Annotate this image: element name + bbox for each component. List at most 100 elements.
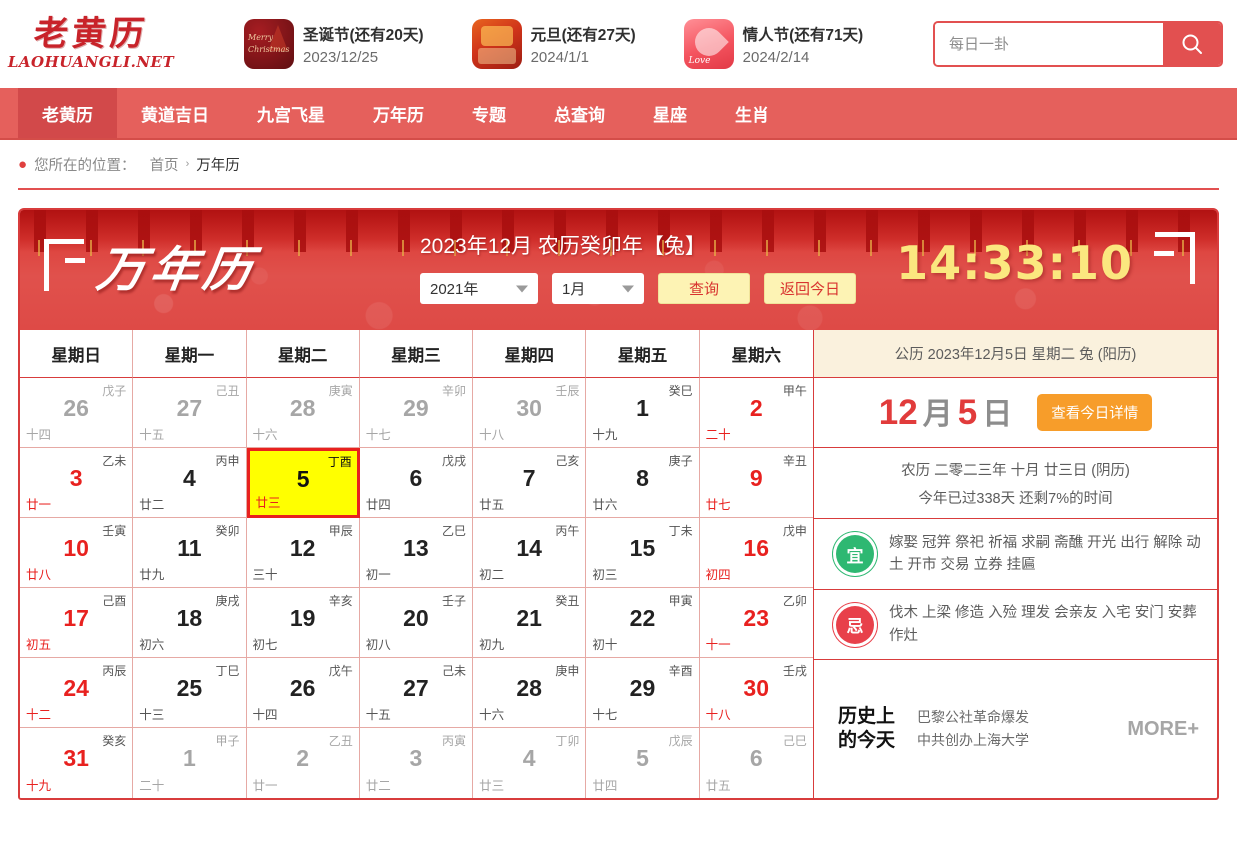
day-number: 28 bbox=[473, 677, 585, 700]
weekday-thursday: 星期四 bbox=[473, 330, 586, 378]
lunar-day-label: 十五 bbox=[139, 424, 164, 443]
day-number: 6 bbox=[360, 467, 472, 490]
calendar-day-cell[interactable]: 壬戌30十八 bbox=[700, 658, 813, 728]
lunar-day-label: 初四 bbox=[706, 564, 731, 583]
history-item[interactable]: 巴黎公社革命爆发 bbox=[917, 706, 1029, 729]
nav-item-jiugongfeixing[interactable]: 九宫飞星 bbox=[233, 88, 349, 138]
calendar-day-cell[interactable]: 甲寅22初十 bbox=[586, 588, 699, 658]
year-select[interactable]: 2021年 bbox=[420, 273, 538, 304]
inauspicious-row: 忌 伐木 上梁 修造 入殓 理发 会亲友 入宅 安门 安葬 作灶 bbox=[814, 590, 1217, 660]
breadcrumb: ● 您所在的位置： 首页 › 万年历 bbox=[18, 140, 1219, 190]
festival-card-christmas[interactable]: 圣诞节(还有20天) 2023/12/25 bbox=[244, 19, 424, 69]
calendar-day-cell[interactable]: 甲午2二十 bbox=[700, 378, 813, 448]
calendar-day-cell[interactable]: 癸丑21初九 bbox=[473, 588, 586, 658]
big-date-display: 12月5日 bbox=[879, 395, 1017, 430]
calendar-day-cell[interactable]: 乙巳13初一 bbox=[360, 518, 473, 588]
festival-card-new-year[interactable]: 元旦(还有27天) 2024/1/1 bbox=[472, 19, 636, 69]
day-number: 4 bbox=[473, 747, 585, 770]
calendar-day-cell[interactable]: 己亥7廿五 bbox=[473, 448, 586, 518]
calendar-day-cell[interactable]: 甲子1二十 bbox=[133, 728, 246, 798]
new-year-icon bbox=[472, 19, 522, 69]
weekday-header-row: 星期日 星期一 星期二 星期三 星期四 星期五 星期六 bbox=[20, 330, 813, 378]
calendar-day-cell[interactable]: 戊辰5廿四 bbox=[586, 728, 699, 798]
search-button[interactable] bbox=[1163, 23, 1221, 65]
calendar-day-cell[interactable]: 辛酉29十七 bbox=[586, 658, 699, 728]
calendar-day-cell[interactable]: 甲辰12三十 bbox=[247, 518, 360, 588]
calendar-day-cell[interactable]: 己未27十五 bbox=[360, 658, 473, 728]
nav-item-xingzuo[interactable]: 星座 bbox=[629, 88, 711, 138]
history-today-list: 巴黎公社革命爆发 中共创办上海大学 bbox=[917, 706, 1029, 752]
festival-date: 2024/2/14 bbox=[743, 49, 864, 66]
calendar-day-cell[interactable]: 庚申28十六 bbox=[473, 658, 586, 728]
calendar-day-cell[interactable]: 己巳6廿五 bbox=[700, 728, 813, 798]
festival-card-valentine[interactable]: 情人节(还有71天) 2024/2/14 bbox=[684, 19, 864, 69]
history-more-link[interactable]: MORE+ bbox=[1127, 718, 1199, 741]
calendar-day-cell[interactable]: 戊申16初四 bbox=[700, 518, 813, 588]
weekday-monday: 星期一 bbox=[133, 330, 246, 378]
day-number: 17 bbox=[20, 607, 132, 630]
calendar-day-cell[interactable]: 丙午14初二 bbox=[473, 518, 586, 588]
calendar-day-cell[interactable]: 壬子20初八 bbox=[360, 588, 473, 658]
nav-item-laohuangli[interactable]: 老黄历 bbox=[18, 88, 117, 138]
calendar-day-cell[interactable]: 丁未15初三 bbox=[586, 518, 699, 588]
calendar-day-cell[interactable]: 乙未3廿一 bbox=[20, 448, 133, 518]
nav-item-wannianli[interactable]: 万年历 bbox=[349, 88, 448, 138]
calendar-day-cell-today[interactable]: 丁酉5廿三 bbox=[247, 448, 360, 518]
history-item[interactable]: 中共创办上海大学 bbox=[917, 729, 1029, 752]
calendar-week-row: 丙辰24十二丁巳25十三戊午26十四己未27十五庚申28十六辛酉29十七壬戌30… bbox=[20, 658, 813, 728]
calendar-day-cell[interactable]: 己酉17初五 bbox=[20, 588, 133, 658]
corner-ornament-icon bbox=[1155, 232, 1195, 284]
calendar-day-cell[interactable]: 乙卯23十一 bbox=[700, 588, 813, 658]
yi-badge-icon: 宜 bbox=[836, 535, 874, 573]
calendar-day-cell[interactable]: 戊子26十四 bbox=[20, 378, 133, 448]
calendar-day-cell[interactable]: 己丑27十五 bbox=[133, 378, 246, 448]
calendar-day-cell[interactable]: 乙丑2廿一 bbox=[247, 728, 360, 798]
lunar-day-label: 十六 bbox=[479, 704, 504, 723]
nav-item-huangdaojiri[interactable]: 黄道吉日 bbox=[117, 88, 233, 138]
calendar-day-cell[interactable]: 丙申4廿二 bbox=[133, 448, 246, 518]
month-select[interactable]: 1月 bbox=[552, 273, 644, 304]
calendar-day-cell[interactable]: 庚寅28十六 bbox=[247, 378, 360, 448]
calendar-day-cell[interactable]: 壬寅10廿八 bbox=[20, 518, 133, 588]
day-number: 15 bbox=[586, 537, 698, 560]
query-button[interactable]: 查询 bbox=[658, 273, 750, 304]
auspicious-activities: 嫁娶 冠笄 祭祀 祈福 求嗣 斋醮 开光 出行 解除 动土 开市 交易 立券 挂… bbox=[889, 532, 1201, 577]
calendar-day-cell[interactable]: 丙寅3廿二 bbox=[360, 728, 473, 798]
location-pin-icon: ● bbox=[18, 157, 27, 172]
lunar-day-label: 二十 bbox=[706, 424, 731, 443]
calendar-day-cell[interactable]: 庚子8廿六 bbox=[586, 448, 699, 518]
nav-item-shengxiao[interactable]: 生肖 bbox=[711, 88, 793, 138]
calendar-day-cell[interactable]: 辛亥19初七 bbox=[247, 588, 360, 658]
calendar-day-cell[interactable]: 辛卯29十七 bbox=[360, 378, 473, 448]
day-number: 29 bbox=[360, 397, 472, 420]
view-today-detail-button[interactable]: 查看今日详情 bbox=[1037, 394, 1152, 431]
calendar-day-cell[interactable]: 丁卯4廿三 bbox=[473, 728, 586, 798]
calendar-day-cell[interactable]: 壬辰30十八 bbox=[473, 378, 586, 448]
nav-item-zongchaxun[interactable]: 总查询 bbox=[530, 88, 629, 138]
site-logo[interactable]: 老黄历 LAOHUANGLI.NET bbox=[16, 17, 166, 72]
lunar-day-label: 初八 bbox=[366, 634, 391, 653]
breadcrumb-home-link[interactable]: 首页 bbox=[150, 154, 179, 175]
return-today-button[interactable]: 返回今日 bbox=[764, 273, 856, 304]
calendar-day-cell[interactable]: 癸卯11廿九 bbox=[133, 518, 246, 588]
calendar-day-cell[interactable]: 庚戌18初六 bbox=[133, 588, 246, 658]
calendar-day-cell[interactable]: 辛丑9廿七 bbox=[700, 448, 813, 518]
calendar-day-cell[interactable]: 戊戌6廿四 bbox=[360, 448, 473, 518]
day-number: 14 bbox=[473, 537, 585, 560]
festival-list: 圣诞节(还有20天) 2023/12/25 元旦(还有27天) 2024/1/1… bbox=[244, 19, 863, 69]
site-header: 老黄历 LAOHUANGLI.NET 圣诞节(还有20天) 2023/12/25… bbox=[0, 0, 1237, 88]
calendar-week-row: 戊子26十四己丑27十五庚寅28十六辛卯29十七壬辰30十八癸巳1十九甲午2二十 bbox=[20, 378, 813, 448]
day-number: 2 bbox=[700, 397, 813, 420]
weekday-sunday: 星期日 bbox=[20, 330, 133, 378]
nav-item-zhuanti[interactable]: 专题 bbox=[448, 88, 530, 138]
breadcrumb-current: 万年历 bbox=[196, 154, 240, 175]
day-number: 20 bbox=[360, 607, 472, 630]
calendar-day-cell[interactable]: 丁巳25十三 bbox=[133, 658, 246, 728]
calendar-day-cell[interactable]: 戊午26十四 bbox=[247, 658, 360, 728]
search-input[interactable] bbox=[935, 23, 1163, 65]
calendar-day-cell[interactable]: 癸亥31十九 bbox=[20, 728, 133, 798]
calendar-day-cell[interactable]: 癸巳1十九 bbox=[586, 378, 699, 448]
calendar-day-cell[interactable]: 丙辰24十二 bbox=[20, 658, 133, 728]
calendar-banner: 万年历 2023年12月 农历癸卯年【兔】 2021年 1月 查询 返回今日 1… bbox=[20, 210, 1217, 330]
logo-domain: LAOHUANGLI.NET bbox=[8, 53, 174, 71]
